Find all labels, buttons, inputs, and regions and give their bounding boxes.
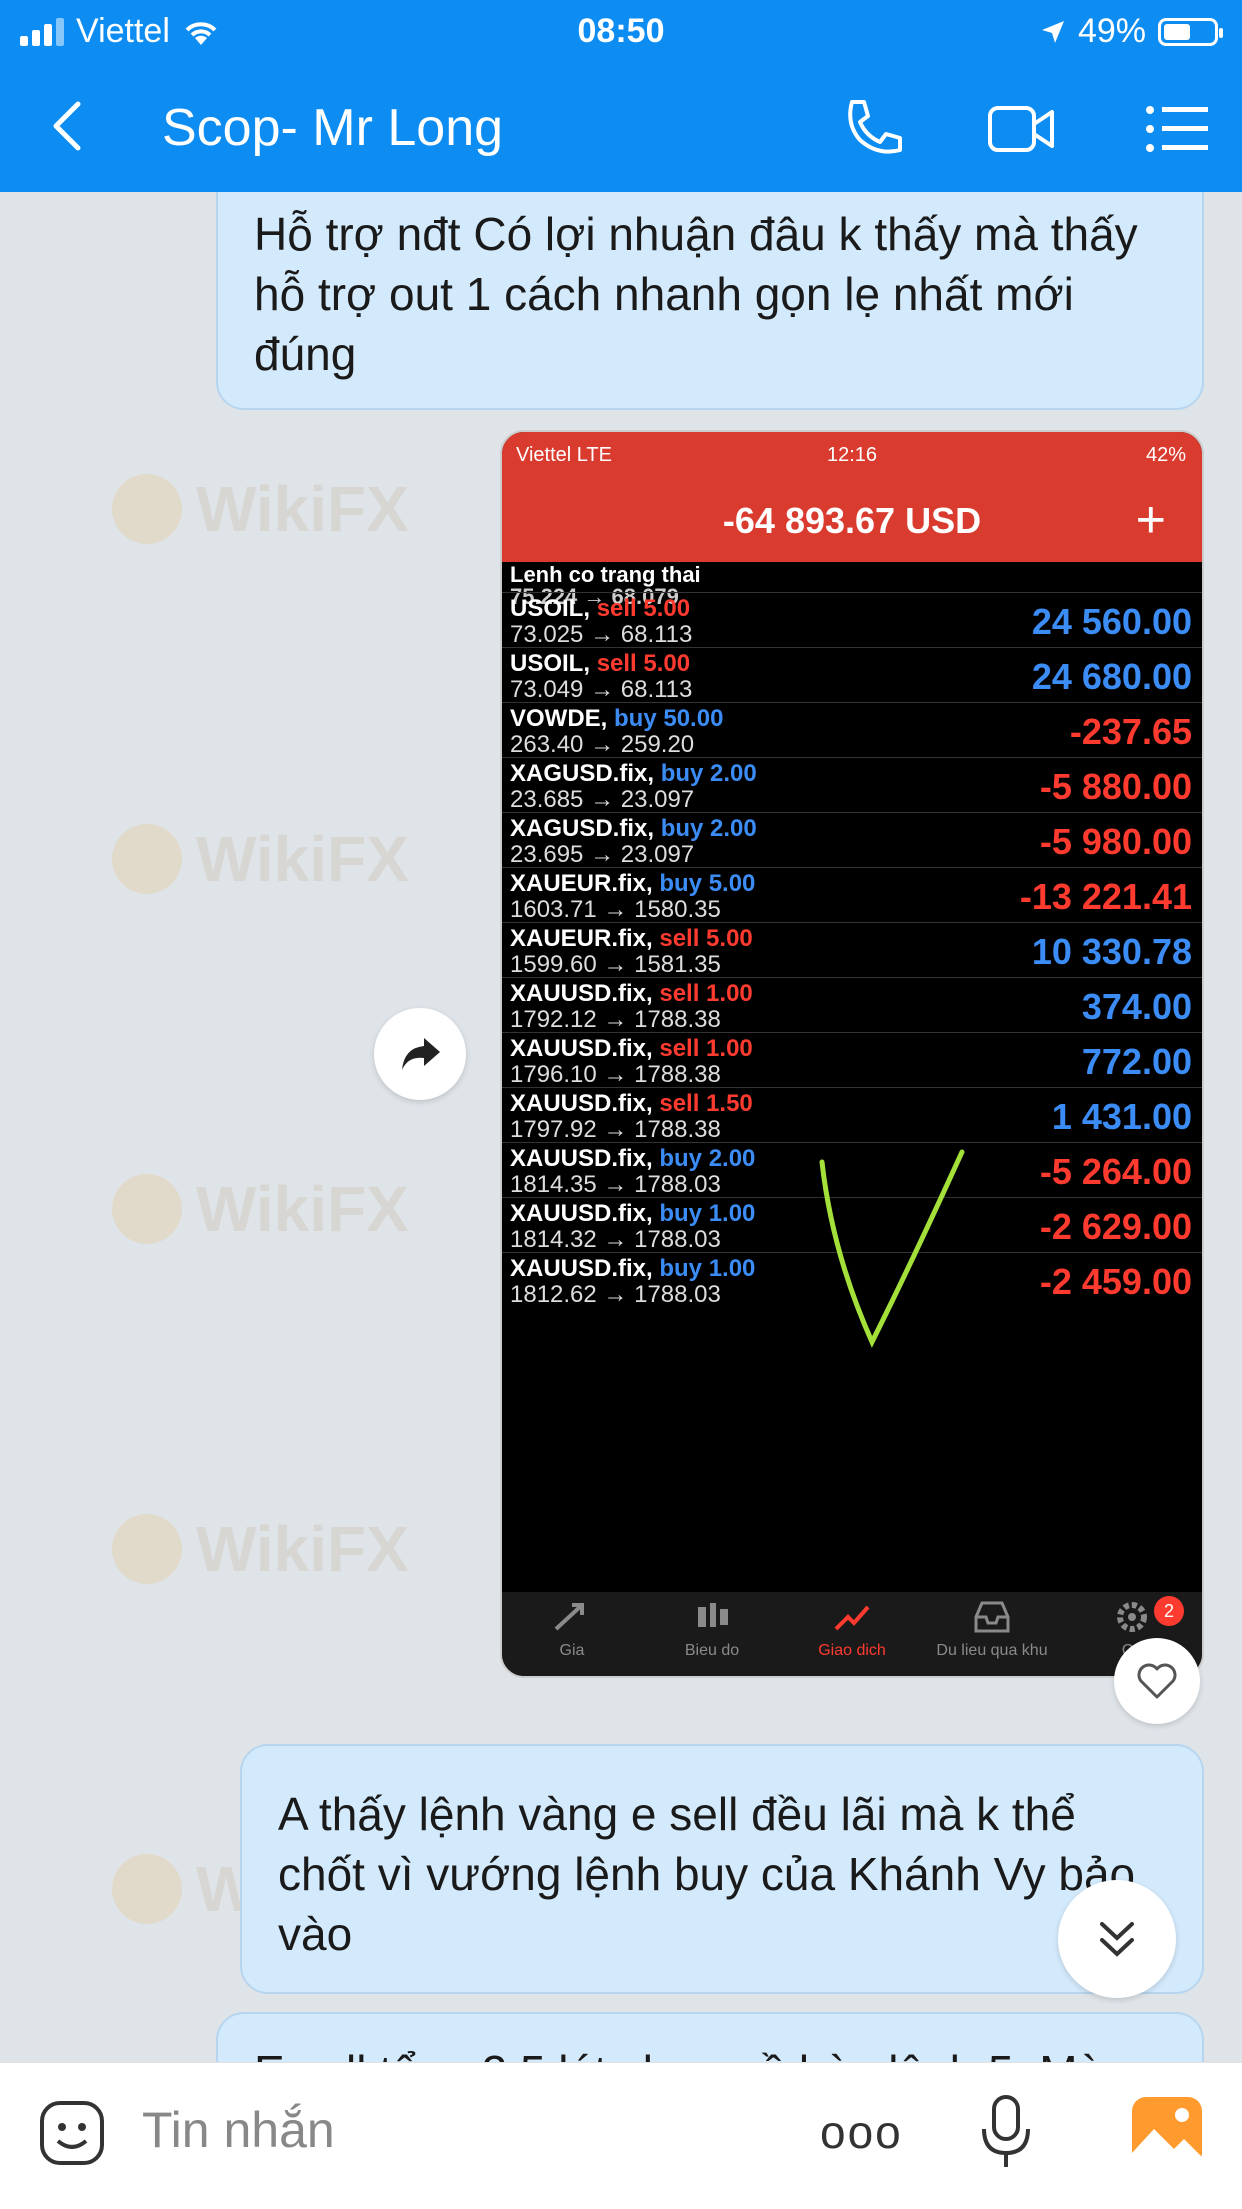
trade-row: XAGUSD.fix, buy 2.00 23.695 → 23.097 -5 98…: [502, 812, 1202, 868]
shot-battery: 42%: [1145, 444, 1186, 466]
price-arrows-icon: [554, 1603, 584, 1631]
message-input[interactable]: Tin nhắn: [142, 2101, 335, 2159]
microphone-icon[interactable]: [976, 2093, 1036, 2173]
shot-tab-bar: Gia Bieu do Giao dich Du lieu qua khu Ca…: [502, 1592, 1202, 1676]
add-order-icon: +: [1135, 491, 1166, 549]
shot-time: 12:16: [826, 444, 878, 466]
trade-row: USOIL, sell 5.00 73.025 → 68.113 24 560.00: [502, 592, 1202, 648]
scroll-down-button[interactable]: [1058, 1880, 1176, 1998]
phone-call-icon[interactable]: [838, 94, 908, 164]
candlestick-icon: [698, 1603, 728, 1627]
forward-button[interactable]: [374, 1008, 466, 1100]
shot-status-bar: Viettel LTE 12:16 42%: [502, 432, 1202, 482]
message-text: A thấy lệnh vàng e sell đều lãi mà k thể…: [278, 1788, 1136, 1960]
message-input-bar: Tin nhắn ooo: [0, 2062, 1242, 2209]
photo-gallery-icon[interactable]: [1128, 2093, 1206, 2171]
trade-row: USOIL, sell 5.00 73.049 → 68.113 24 680.00: [502, 647, 1202, 703]
shot-header: -64 893.67 USD +: [502, 482, 1202, 562]
shot-tab-giao-dich: Giao dich: [782, 1592, 922, 1676]
shot-tab-bieu-do: Bieu do: [642, 1592, 782, 1676]
message-bubble-1[interactable]: Hỗ trợ nđt Có lợi nhuận đâu k thấy mà th…: [216, 192, 1204, 410]
status-bar: Viettel 08:50 49%: [0, 0, 1242, 64]
trade-row: XAUUSD.fix, sell 1.00 1796.10 → 1788.38 77…: [502, 1032, 1202, 1088]
trade-chart-icon: [834, 1605, 870, 1631]
trade-row: XAUEUR.fix, sell 5.00 1599.60 → 1581.35 10…: [502, 922, 1202, 978]
like-button[interactable]: [1114, 1638, 1200, 1724]
handwritten-checkmark: [819, 1149, 965, 1348]
shot-tab-gia: Gia: [502, 1592, 642, 1676]
heart-icon: [1137, 1663, 1177, 1699]
forward-arrow-icon: [402, 1038, 440, 1070]
watermark-logo: WikiFX: [112, 1172, 409, 1246]
chat-title[interactable]: Scop- Mr Long: [162, 98, 503, 158]
back-button[interactable]: [40, 96, 100, 156]
more-options-icon[interactable]: ooo: [820, 2105, 903, 2159]
video-call-icon[interactable]: [986, 94, 1056, 164]
shot-section: Lenh co trang thai 75.224 → 68.079: [502, 562, 1202, 609]
inbox-icon: [974, 1601, 1010, 1633]
watermark-logo: WikiFX: [112, 472, 409, 546]
battery-icon: [1158, 17, 1223, 46]
message-bubble-3[interactable]: E sell tổng 2.5 lót chưa về hòa lệnh 5. …: [216, 2012, 1204, 2062]
shot-total-balance: -64 893.67 USD: [722, 500, 982, 541]
shared-screenshot-image[interactable]: Viettel LTE 12:16 42% -64 893.67 USD + L…: [500, 430, 1204, 1678]
trade-row: XAGUSD.fix, buy 2.00 23.685 → 23.097 -5 88…: [502, 757, 1202, 813]
location-icon: [1041, 20, 1064, 43]
watermark-logo: WikiFX: [112, 822, 409, 896]
notification-badge: 2: [1154, 1596, 1184, 1626]
battery-percent: 49%: [1077, 12, 1146, 50]
trade-row: XAUUSD.fix, sell 1.00 1792.12 → 1788.38 37…: [502, 977, 1202, 1033]
trade-row: VOWDE, buy 50.00 263.40 → 259.20 -237.65: [502, 702, 1202, 758]
chat-header: Scop- Mr Long: [0, 64, 1242, 192]
trade-row: XAUEUR.fix, buy 5.00 1603.71 → 1580.35 -13…: [502, 867, 1202, 923]
message-bubble-2[interactable]: A thấy lệnh vàng e sell đều lãi mà k thể…: [240, 1744, 1204, 1994]
watermark-logo: WikiFX: [112, 1512, 409, 1586]
shot-tab-du-lieu: Du lieu qua khu: [922, 1592, 1062, 1676]
menu-list-icon[interactable]: [1142, 94, 1212, 164]
double-chevron-down-icon: [1100, 1922, 1134, 1957]
message-text: Hỗ trợ nđt Có lợi nhuận đâu k thấy mà th…: [254, 208, 1138, 380]
message-text: E sell tổng 2.5 lót chưa về hòa lệnh 5. …: [254, 2046, 1103, 2062]
chat-area[interactable]: Hỗ trợ nđt Có lợi nhuận đâu k thấy mà th…: [0, 192, 1242, 2062]
gear-icon: [1117, 1602, 1147, 1632]
sticker-emoji-icon[interactable]: [36, 2097, 108, 2169]
